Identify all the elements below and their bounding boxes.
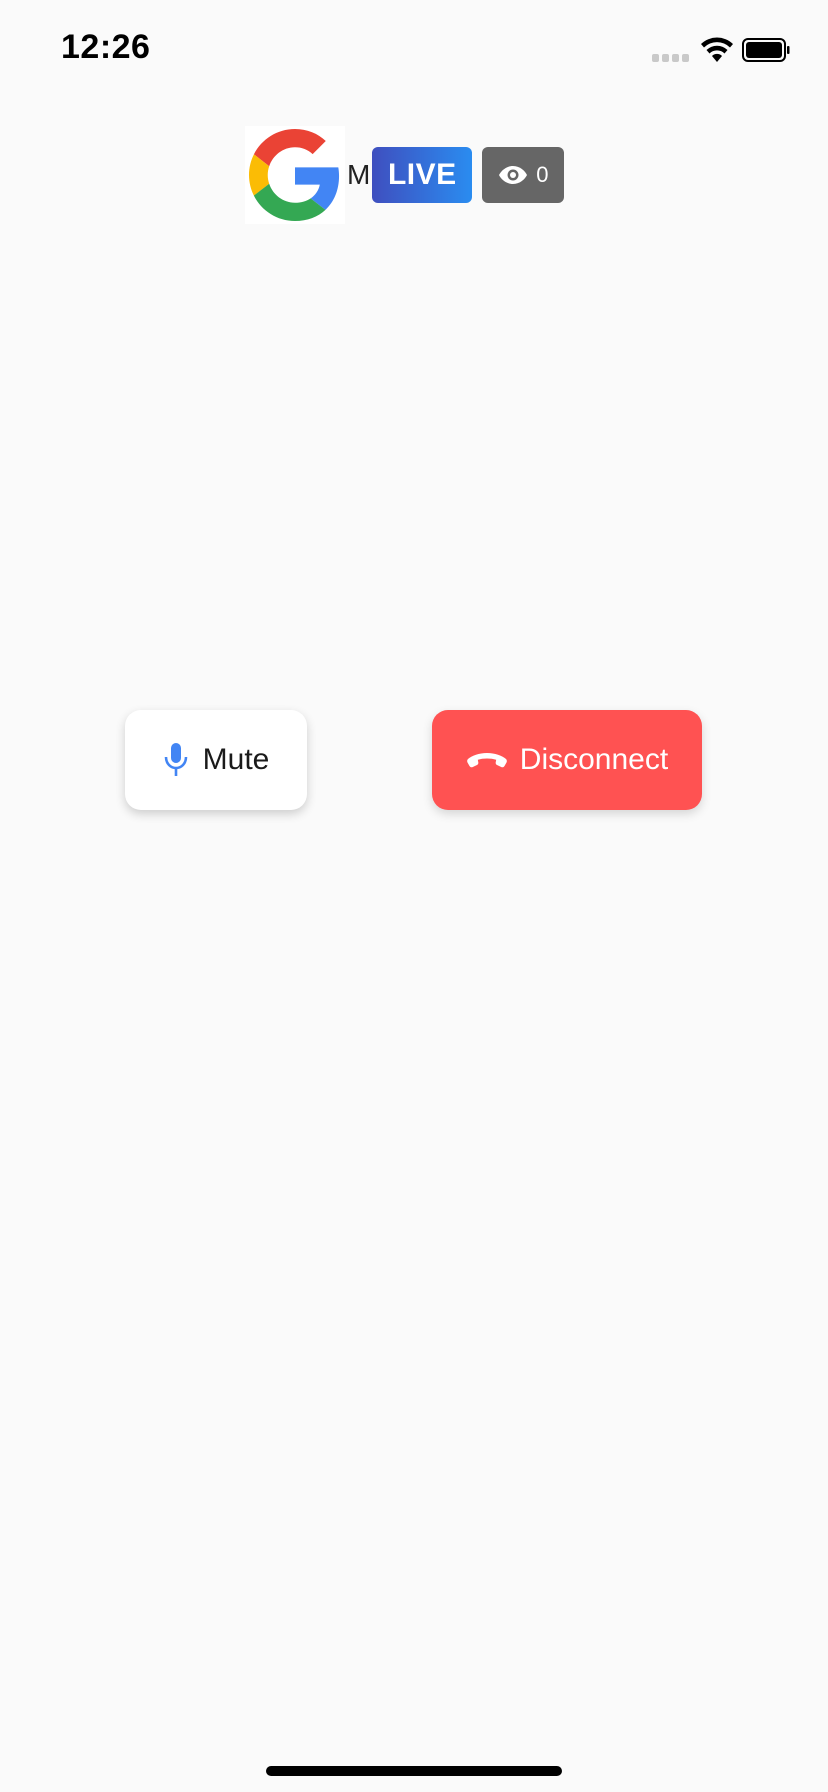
- host-name: M: [347, 159, 371, 190]
- viewer-count-badge: 0: [482, 147, 565, 203]
- home-indicator[interactable]: [266, 1766, 562, 1776]
- disconnect-button[interactable]: Disconnect: [432, 710, 702, 810]
- disconnect-label: Disconnect: [519, 743, 669, 776]
- google-logo: [245, 126, 345, 224]
- phone-hangup-icon: [466, 753, 507, 768]
- live-badge: LIVE: [372, 147, 473, 203]
- status-time: 12:26: [61, 28, 151, 66]
- mute-label: Mute: [202, 743, 270, 776]
- viewer-count: 0: [536, 162, 549, 187]
- eye-icon: [499, 166, 528, 184]
- stream-header: M LIVE 0: [245, 126, 565, 224]
- microphone-icon: [164, 743, 187, 776]
- signal-icon: [652, 54, 689, 62]
- status-bar: 12:26: [0, 0, 828, 100]
- battery-icon: [742, 38, 790, 62]
- mute-button[interactable]: Mute: [125, 710, 307, 810]
- wifi-icon: [701, 37, 733, 62]
